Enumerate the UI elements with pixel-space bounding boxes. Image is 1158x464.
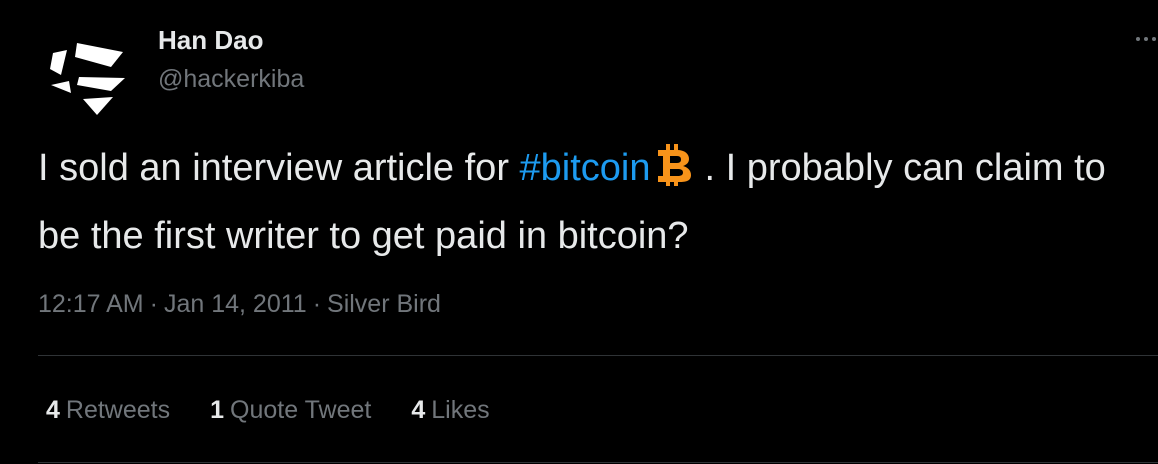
tweet-time[interactable]: 12:17 AM xyxy=(38,290,144,318)
avatar-logo-icon xyxy=(37,25,141,129)
likes-count: 4 xyxy=(411,396,426,424)
more-dots-icon[interactable] xyxy=(1130,32,1158,46)
retweets-count: 4 xyxy=(46,396,60,424)
meta-separator: · xyxy=(149,290,158,318)
author-handle[interactable]: @hackerkiba xyxy=(158,63,304,95)
tweet-text: I sold an interview article for #bitcoin… xyxy=(38,138,1138,266)
likes-stat[interactable]: 4 Likes xyxy=(411,392,489,428)
likes-label: Likes xyxy=(431,396,490,424)
retweets-stat[interactable]: 4 Retweets xyxy=(46,392,170,428)
bitcoin-icon xyxy=(653,142,693,206)
hashtag-link[interactable]: #bitcoin xyxy=(520,147,651,189)
retweets-label: Retweets xyxy=(65,396,171,424)
engagement-stats: 4 Retweets 1 Quote Tweet 4 Likes xyxy=(46,392,530,428)
tweet-text-before: I sold an interview article for xyxy=(38,147,520,189)
author-name[interactable]: Han Dao xyxy=(158,24,263,56)
divider xyxy=(38,355,1158,356)
meta-separator: · xyxy=(312,290,322,318)
quote-tweets-stat[interactable]: 1 Quote Tweet xyxy=(210,392,371,428)
tweet-date[interactable]: Jan 14, 2011 xyxy=(164,290,307,318)
tweet-meta: 12:17 AM · Jan 14, 2011 · Silver Bird xyxy=(38,286,441,322)
divider xyxy=(38,462,1158,463)
avatar[interactable] xyxy=(37,25,141,129)
quote-tweets-count: 1 xyxy=(210,396,225,424)
quote-tweets-label: Quote Tweet xyxy=(230,396,372,424)
tweet-card: Han Dao @hackerkiba I sold an interview … xyxy=(0,0,1158,464)
tweet-source[interactable]: Silver Bird xyxy=(327,290,441,318)
